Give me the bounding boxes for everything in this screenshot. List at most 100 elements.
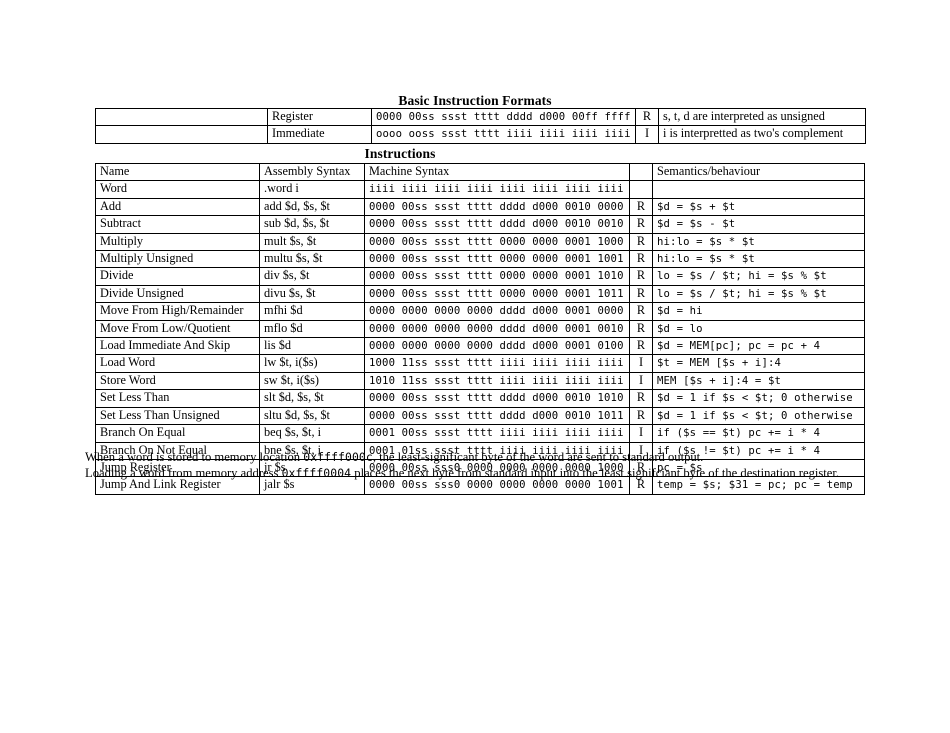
instruction-name-cell: Load Word [95,354,260,373]
instruction-type-cell: R [629,232,653,252]
instruction-machine-cell: 0000 0000 0000 0000 dddd d000 0001 0010 [364,319,630,339]
instruction-semantics-cell: lo = $s / $t; hi = $s % $t [652,267,865,286]
instruction-type-cell: R [629,215,653,234]
format-blank-cell [95,107,268,127]
basic-instruction-formats-heading: Basic Instruction Formats [398,93,552,108]
table-row: Divide Unsigned divu $s, $t 0000 00ss ssst… [95,284,865,304]
table-row: Move From Low/Quotient mflo $d 0000 0000 0… [95,319,865,339]
table-row: Store Word sw $t, i($s) 1010 11ss ssst ttt… [95,371,865,391]
instruction-assembly-cell: divu $s, $t [259,284,365,304]
format-machine-cell: oooo ooss ssst tttt iiii iiii iiii iiii [371,125,636,144]
instruction-type-cell: R [629,319,653,339]
table-row: Set Less Than slt $d, $s, $t 0000 00ss sss… [95,389,865,408]
instruction-name-cell: Multiply Unsigned [95,250,260,269]
instruction-name-cell: Set Less Than Unsigned [95,406,260,426]
instruction-name-cell: Add [95,197,260,217]
format-type-cell: I [635,125,659,144]
instruction-machine-cell: 0001 00ss ssst tttt iiii iiii iiii iiii [364,424,630,443]
table-row: Register 0000 00ss ssst tttt dddd d000 0… [95,107,866,127]
instruction-name-cell: Branch On Equal [95,424,260,443]
instruction-type-cell: R [629,250,653,269]
instruction-type-cell: R [629,197,653,217]
instruction-machine-cell: 0000 00ss ssst tttt 0000 0000 0001 1000 [364,232,630,252]
instruction-machine-cell: 0000 00ss ssst tttt dddd d000 0010 0000 [364,197,630,217]
instruction-assembly-cell: lw $t, i($s) [259,354,365,373]
instruction-name-cell: Store Word [95,371,260,391]
instruction-type-cell: R [629,302,653,321]
instructions-table: Name Assembly Syntax Machine Syntax Sema… [95,162,865,495]
instruction-machine-cell: 0000 00ss ssst tttt 0000 0000 0001 1010 [364,267,630,286]
instruction-semantics-cell: $d = $s - $t [652,215,865,234]
table-row: Set Less Than Unsigned sltu $d, $s, $t 000… [95,406,865,426]
format-machine-cell: 0000 00ss ssst tttt dddd d000 00ff ffff [371,107,636,127]
instruction-assembly-cell: div $s, $t [259,267,365,286]
column-header-assembly: Assembly Syntax [259,162,365,182]
instruction-name-cell: Multiply [95,232,260,252]
instruction-assembly-cell: mfhi $d [259,302,365,321]
instruction-machine-cell: 1010 11ss ssst tttt iiii iiii iiii iiii [364,371,630,391]
format-semantics-cell: s, t, d are interpreted as unsigned [658,107,866,127]
note1-text-after: , the least-significant byte of the word… [372,450,704,464]
instruction-name-cell: Divide Unsigned [95,284,260,304]
instruction-type-cell: I [629,354,653,373]
table-row: Subtract sub $d, $s, $t 0000 00ss ssst ttt… [95,215,865,234]
instruction-type-cell: R [629,389,653,408]
instruction-assembly-cell: .word i [259,180,365,199]
instruction-name-cell: Subtract [95,215,260,234]
note-standard-output: When a word is stored to memory location… [85,449,703,465]
instruction-assembly-cell: beq $s, $t, i [259,424,365,443]
document-page: Basic Instruction Formats Register 0000 … [0,0,950,733]
instruction-machine-cell: 1000 11ss ssst tttt iiii iiii iiii iiii [364,354,630,373]
table-header-row: Name Assembly Syntax Machine Syntax Sema… [95,162,865,182]
instruction-name-cell: Load Immediate And Skip [95,337,260,356]
instruction-semantics-cell: $d = $s + $t [652,197,865,217]
instruction-assembly-cell: sltu $d, $s, $t [259,406,365,426]
instruction-type-cell: R [629,337,653,356]
instruction-semantics-cell: $t = MEM [$s + i]:4 [652,354,865,373]
instruction-machine-cell: 0000 0000 0000 0000 dddd d000 0001 0000 [364,302,630,321]
instruction-type-cell: R [629,284,653,304]
note1-text-before: When a word is stored to memory location [85,450,304,464]
instruction-type-cell: I [629,424,653,443]
instruction-assembly-cell: mult $s, $t [259,232,365,252]
instruction-semantics-cell: hi:lo = $s * $t [652,232,865,252]
instruction-semantics-cell [652,180,865,199]
format-kind-cell: Register [267,107,372,127]
column-header-name: Name [95,162,260,182]
table-row: Branch On Equal beq $s, $t, i 0001 00ss ss… [95,424,865,443]
instruction-semantics-cell: hi:lo = $s * $t [652,250,865,269]
table-row: Multiply mult $s, $t 0000 00ss ssst tttt 0… [95,232,865,252]
instructions-table-body: Word .word i iiii iiii iiii iiii iiii iiii… [95,180,865,495]
instruction-type-cell [629,180,653,199]
note1-address: 0xffff000c [303,450,373,464]
table-row: Multiply Unsigned multu $s, $t 0000 00ss s… [95,250,865,269]
instruction-type-cell: I [629,371,653,391]
table-row: Move From High/Remainder mfhi $d 0000 0000… [95,302,865,321]
instruction-machine-cell: iiii iiii iiii iiii iiii iiii iiii iiii [364,180,630,199]
note2-address: 0xffff0004 [281,466,352,480]
instruction-assembly-cell: lis $d [259,337,365,356]
table-row: Load Immediate And Skip lis $d 0000 0000 0… [95,337,865,356]
instruction-semantics-cell: $d = MEM[pc]; pc = pc + 4 [652,337,865,356]
instruction-assembly-cell: slt $d, $s, $t [259,389,365,408]
column-header-machine: Machine Syntax [364,162,630,182]
table-row: Load Word lw $t, i($s) 1000 11ss ssst tttt… [95,354,865,373]
instruction-semantics-cell: $d = hi [652,302,865,321]
instruction-machine-cell: 0000 00ss ssst tttt 0000 0000 0001 1001 [364,250,630,269]
instruction-assembly-cell: sw $t, i($s) [259,371,365,391]
instruction-name-cell: Word [95,180,260,199]
note-standard-input: Loading a word from memory address 0xfff… [85,465,839,481]
format-blank-cell [95,125,268,144]
instruction-type-cell: R [629,267,653,286]
instruction-machine-cell: 0000 00ss ssst tttt dddd d000 0010 1011 [364,406,630,426]
table-row: Word .word i iiii iiii iiii iiii iiii iiii… [95,180,865,199]
instruction-name-cell: Divide [95,267,260,286]
basic-instruction-formats-table: Register 0000 00ss ssst tttt dddd d000 0… [95,107,866,144]
table-row: Add add $d, $s, $t 0000 00ss ssst tttt ddd… [95,197,865,217]
instruction-name-cell: Move From Low/Quotient [95,319,260,339]
instruction-type-cell: R [629,406,653,426]
format-type-cell: R [635,107,659,127]
note2-text-after: places the next byte from standard input… [351,466,840,480]
instruction-name-cell: Set Less Than [95,389,260,408]
instruction-semantics-cell: lo = $s / $t; hi = $s % $t [652,284,865,304]
